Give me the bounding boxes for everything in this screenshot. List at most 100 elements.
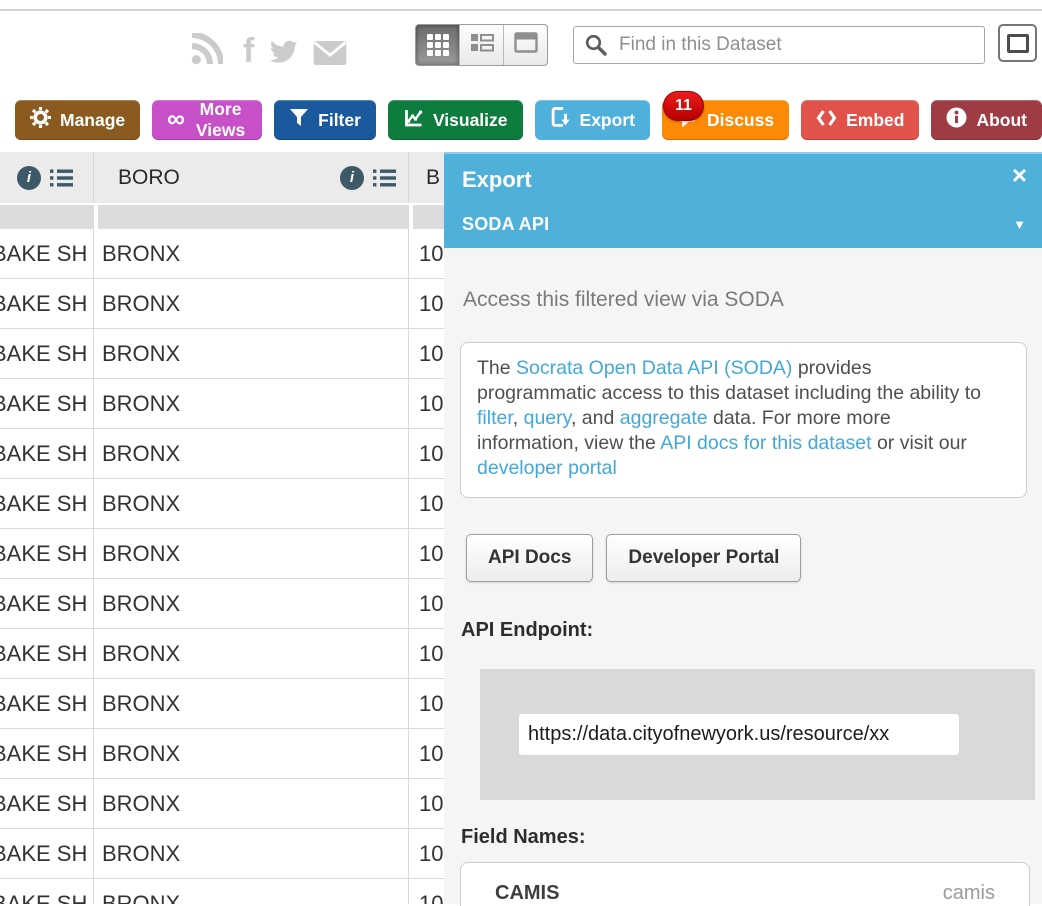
table-row[interactable]: BAKE SH BRONX 10 xyxy=(0,329,444,379)
soda-lead-text: Access this filtered view via SODA xyxy=(463,248,1029,312)
cell-building[interactable]: 10 xyxy=(409,729,444,778)
table-row[interactable]: BAKE SH BRONX 10 xyxy=(0,229,444,279)
api-docs-button[interactable]: API Docs xyxy=(466,534,593,582)
visualize-label: Visualize xyxy=(433,110,508,131)
cell-boro[interactable]: BRONX xyxy=(94,229,409,278)
chevron-down-icon[interactable]: ▼ xyxy=(1013,217,1026,232)
table-row[interactable]: BAKE SH BRONX 10 xyxy=(0,479,444,529)
twitter-icon[interactable] xyxy=(269,40,299,66)
cell-building[interactable]: 10 xyxy=(409,679,444,728)
cell-dba[interactable]: BAKE SH xyxy=(0,429,94,478)
column-header-boro[interactable]: BORO i xyxy=(94,152,409,203)
cell-boro[interactable]: BRONX xyxy=(94,479,409,528)
cell-dba[interactable]: BAKE SH xyxy=(0,479,94,528)
manage-button[interactable]: Manage xyxy=(15,100,140,140)
cell-boro[interactable]: BRONX xyxy=(94,379,409,428)
about-button[interactable]: About xyxy=(931,100,1042,140)
email-icon[interactable] xyxy=(313,40,347,66)
cell-building[interactable]: 10 xyxy=(409,229,444,278)
table-row[interactable]: BAKE SH BRONX 10 xyxy=(0,379,444,429)
cell-dba[interactable]: BAKE SH xyxy=(0,629,94,678)
table-row[interactable]: BAKE SH BRONX 10 xyxy=(0,779,444,829)
cell-building[interactable]: 10 xyxy=(409,829,444,878)
cell-boro[interactable]: BRONX xyxy=(94,529,409,578)
discuss-count-badge[interactable]: 11 xyxy=(663,91,704,121)
cell-boro[interactable]: BRONX xyxy=(94,629,409,678)
cell-dba[interactable]: BAKE SH xyxy=(0,229,94,278)
developer-portal-button[interactable]: Developer Portal xyxy=(606,534,801,582)
table-row[interactable]: BAKE SH BRONX 10 xyxy=(0,429,444,479)
cell-dba[interactable]: BAKE SH xyxy=(0,779,94,828)
cell-boro[interactable]: BRONX xyxy=(94,329,409,378)
cell-building[interactable]: 10 xyxy=(409,879,444,904)
aggregate-link[interactable]: aggregate xyxy=(620,407,708,429)
cell-building[interactable]: 10 xyxy=(409,429,444,478)
search-input[interactable] xyxy=(617,33,974,57)
cell-boro[interactable]: BRONX xyxy=(94,729,409,778)
cell-dba[interactable]: BAKE SH xyxy=(0,379,94,428)
fatrow-view-button[interactable] xyxy=(459,25,503,65)
table-row[interactable]: BAKE SH BRONX 10 xyxy=(0,729,444,779)
visualize-button[interactable]: Visualize xyxy=(388,100,523,140)
cell-dba[interactable]: BAKE SH xyxy=(0,579,94,628)
cell-dba[interactable]: BAKE SH xyxy=(0,279,94,328)
cell-dba[interactable]: BAKE SH xyxy=(0,529,94,578)
facebook-icon[interactable]: f xyxy=(243,36,254,66)
soda-info-paragraph: The Socrata Open Data API (SODA) provide… xyxy=(477,356,993,481)
page-view-button[interactable] xyxy=(503,25,547,65)
column-menu-icon[interactable] xyxy=(373,169,396,187)
cell-boro[interactable]: BRONX xyxy=(94,279,409,328)
filter-link[interactable]: filter xyxy=(477,407,513,429)
close-icon[interactable]: × xyxy=(1012,162,1027,188)
table-row[interactable]: BAKE SH BRONX 10 xyxy=(0,629,444,679)
column-header-building[interactable]: B xyxy=(409,152,444,203)
cell-building[interactable]: 10 xyxy=(409,279,444,328)
page-view-icon xyxy=(514,32,538,58)
api-endpoint-input[interactable] xyxy=(519,714,959,755)
developer-portal-link[interactable]: developer portal xyxy=(477,457,617,479)
export-panel: Export × SODA API ▼ Access this filtered… xyxy=(444,152,1042,906)
cell-dba[interactable]: BAKE SH xyxy=(0,879,94,904)
rss-icon[interactable] xyxy=(190,33,223,66)
table-row[interactable]: BAKE SH BRONX 10 xyxy=(0,579,444,629)
table-row[interactable]: BAKE SH BRONX 10 xyxy=(0,679,444,729)
cell-building[interactable]: 10 xyxy=(409,579,444,628)
fatrow-view-icon xyxy=(470,32,494,59)
filter-button[interactable]: Filter xyxy=(274,100,376,140)
cell-boro[interactable]: BRONX xyxy=(94,879,409,904)
grid-view-button[interactable] xyxy=(416,25,459,65)
table-row[interactable]: BAKE SH BRONX 10 xyxy=(0,529,444,579)
column-header-dba[interactable]: i xyxy=(0,152,94,203)
cell-building[interactable]: 10 xyxy=(409,379,444,428)
table-row[interactable]: BAKE SH BRONX 10 xyxy=(0,829,444,879)
table-row[interactable]: BAKE SH BRONX 10 xyxy=(0,879,444,904)
funnel-icon xyxy=(289,108,309,132)
column-info-icon[interactable]: i xyxy=(340,166,364,190)
cell-building[interactable]: 10 xyxy=(409,529,444,578)
cell-boro[interactable]: BRONX xyxy=(94,429,409,478)
cell-dba[interactable]: BAKE SH xyxy=(0,829,94,878)
column-info-icon[interactable]: i xyxy=(17,166,41,190)
cell-boro[interactable]: BRONX xyxy=(94,579,409,628)
cell-boro[interactable]: BRONX xyxy=(94,679,409,728)
table-row[interactable]: BAKE SH BRONX 10 xyxy=(0,279,444,329)
export-button[interactable]: Export xyxy=(535,100,650,140)
cell-dba[interactable]: BAKE SH xyxy=(0,329,94,378)
fullscreen-button[interactable] xyxy=(998,24,1037,62)
api-docs-link[interactable]: API docs for this dataset xyxy=(660,432,871,454)
cell-boro[interactable]: BRONX xyxy=(94,779,409,828)
cell-dba[interactable]: BAKE SH xyxy=(0,729,94,778)
cell-boro[interactable]: BRONX xyxy=(94,829,409,878)
cell-building[interactable]: 10 xyxy=(409,629,444,678)
cell-building[interactable]: 10 xyxy=(409,479,444,528)
cell-dba[interactable]: BAKE SH xyxy=(0,679,94,728)
soda-api-link[interactable]: Socrata Open Data API (SODA) xyxy=(516,357,792,379)
info-text: , and xyxy=(571,407,620,429)
soda-api-section-header[interactable]: SODA API ▼ xyxy=(444,193,1042,248)
cell-building[interactable]: 10 xyxy=(409,329,444,378)
embed-button[interactable]: Embed xyxy=(801,100,919,140)
cell-building[interactable]: 10 xyxy=(409,779,444,828)
more-views-button[interactable]: ∞ More Views xyxy=(152,100,262,140)
query-link[interactable]: query xyxy=(524,407,571,429)
column-menu-icon[interactable] xyxy=(50,169,73,187)
